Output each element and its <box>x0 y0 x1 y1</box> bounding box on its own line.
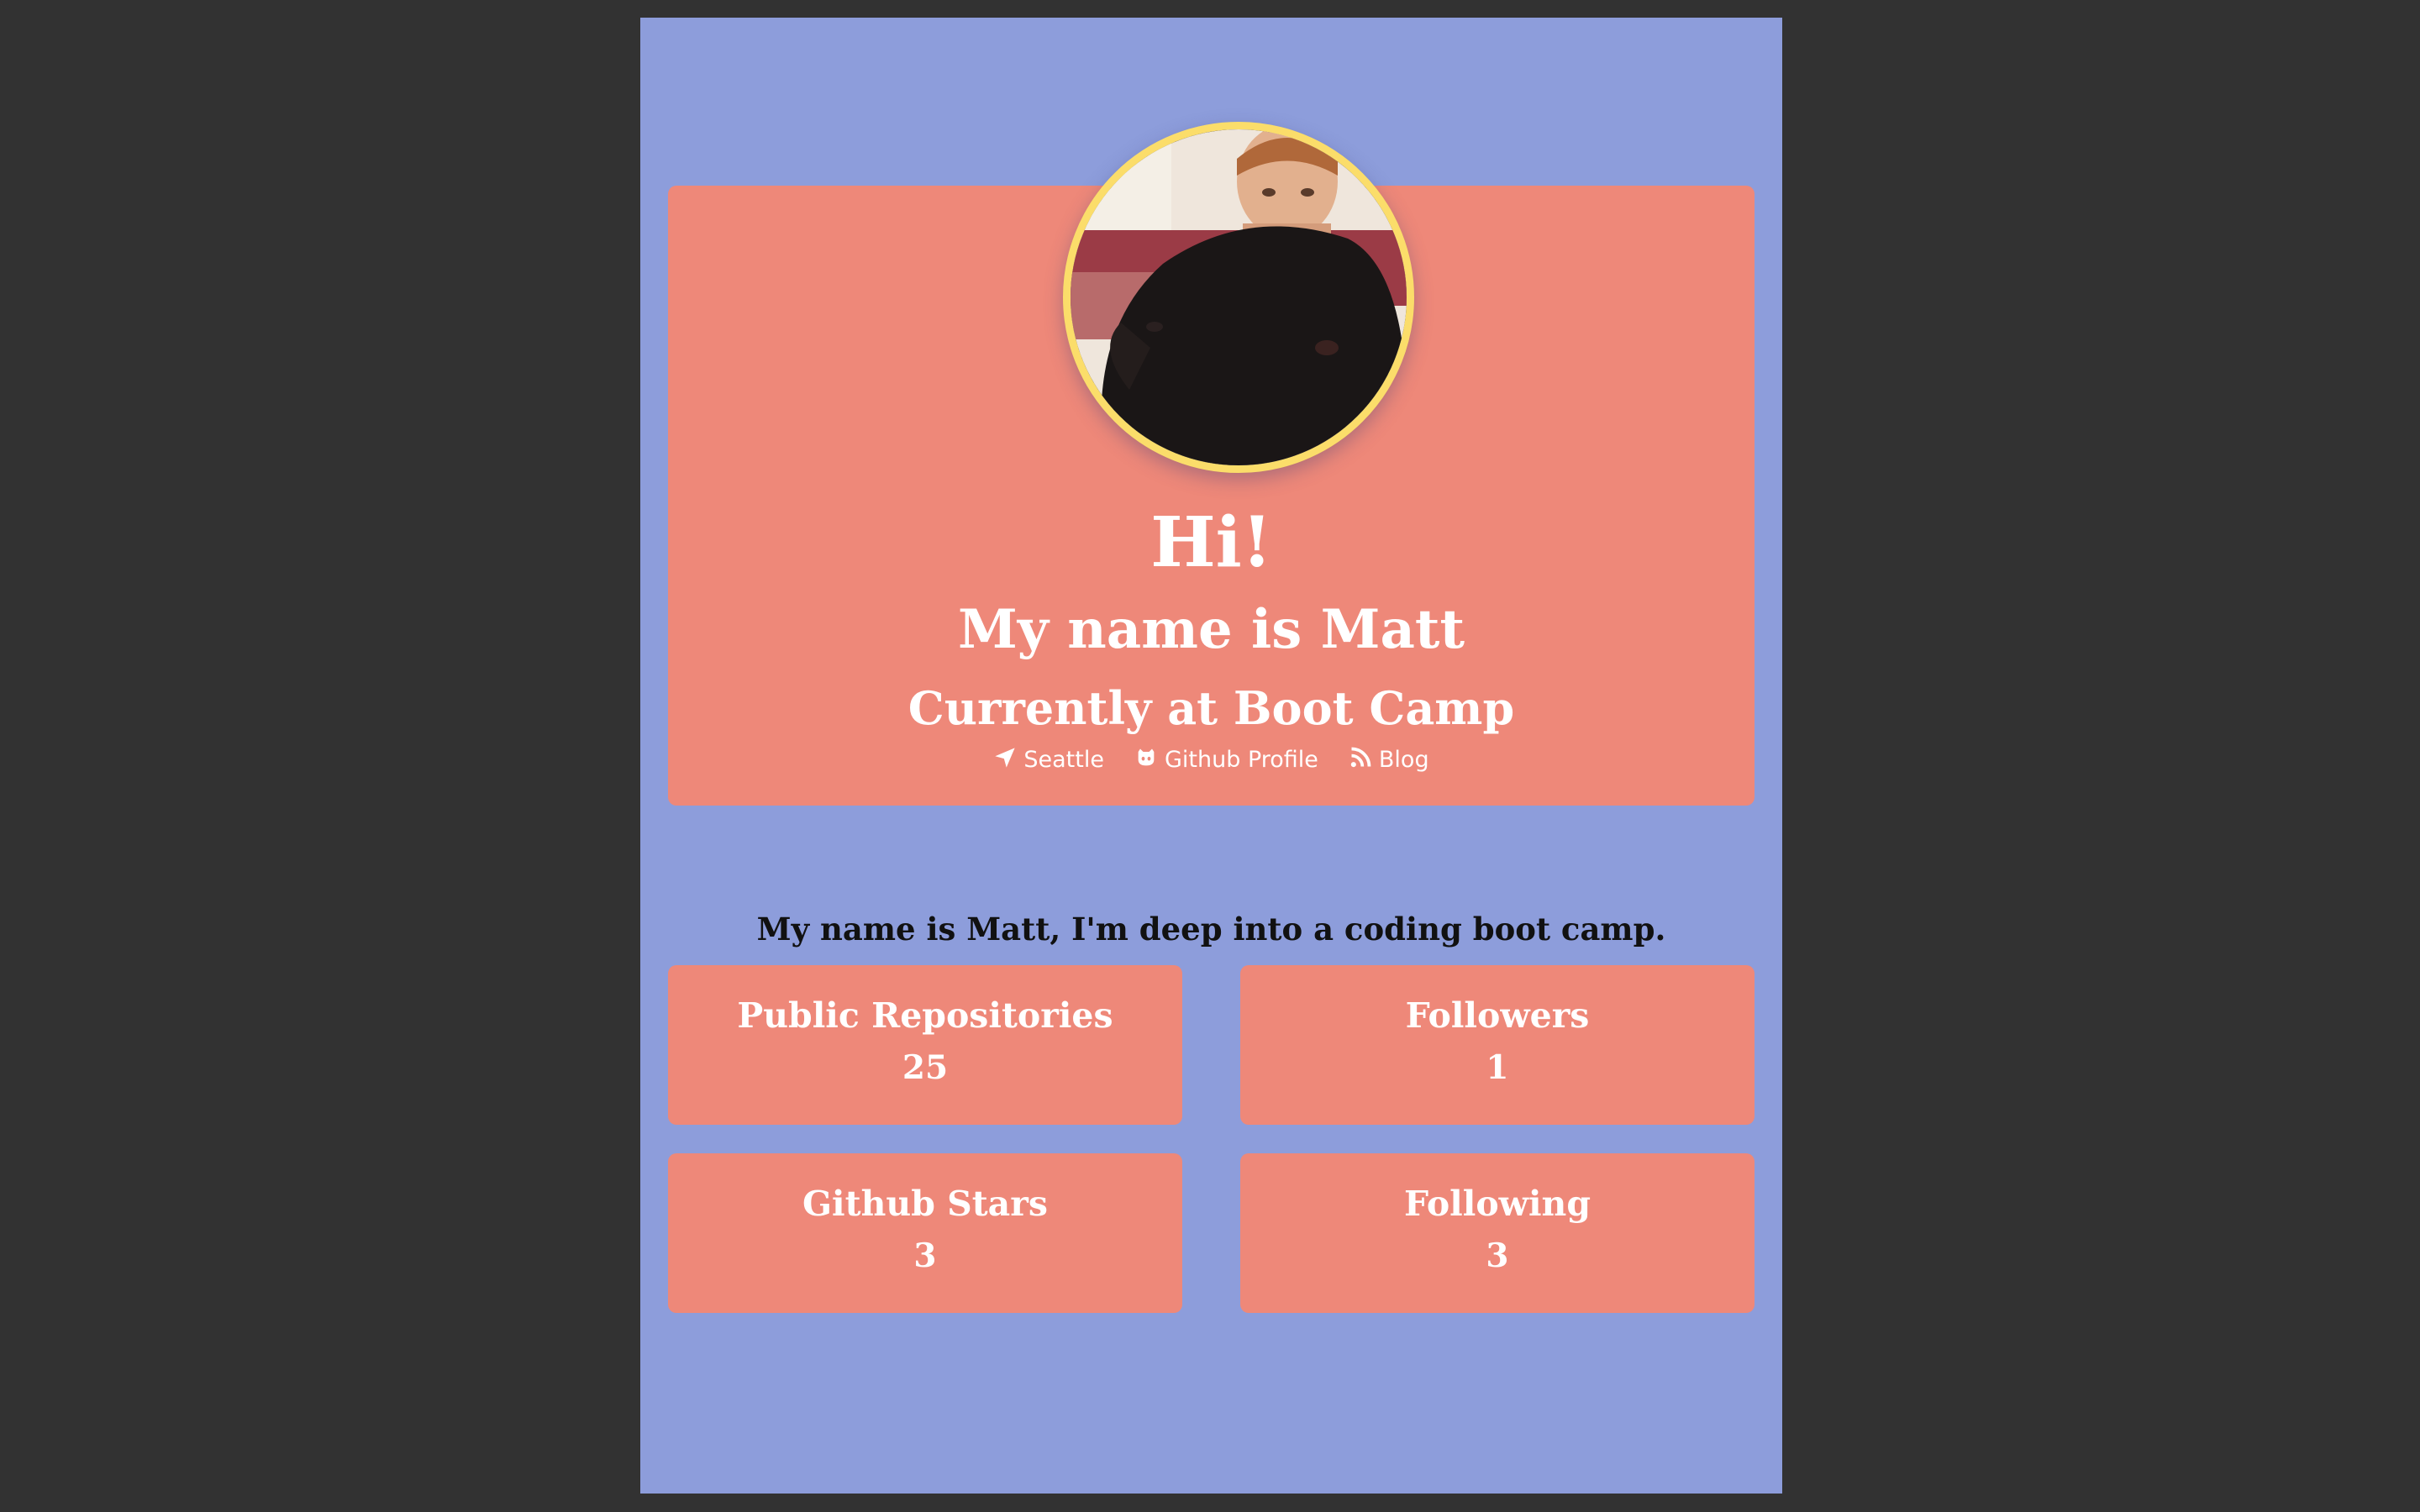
status-heading: Currently at Boot Camp <box>908 681 1515 735</box>
avatar <box>1063 122 1414 473</box>
stat-value: 3 <box>1486 1236 1509 1275</box>
profile-page: Hi! My name is Matt Currently at Boot Ca… <box>640 18 1782 1494</box>
greeting-heading: Hi! <box>1150 502 1272 583</box>
location-link[interactable]: Seattle <box>993 746 1104 774</box>
location-arrow-icon <box>993 746 1017 774</box>
blog-label: Blog <box>1378 747 1429 773</box>
rss-icon <box>1349 746 1372 774</box>
stat-card-followers: Followers 1 <box>1240 965 1754 1125</box>
stat-card-following: Following 3 <box>1240 1153 1754 1313</box>
stat-value: 25 <box>902 1048 949 1087</box>
location-label: Seattle <box>1023 747 1104 773</box>
stat-value: 3 <box>913 1236 937 1275</box>
avatar-photo <box>1071 129 1407 465</box>
blog-link[interactable]: Blog <box>1349 746 1429 774</box>
profile-links: Seattle Github Profile Blog <box>668 746 1754 774</box>
stat-label: Following <box>1403 1184 1591 1224</box>
github-profile-link[interactable]: Github Profile <box>1134 746 1318 774</box>
profile-header-card: Hi! My name is Matt Currently at Boot Ca… <box>668 122 1754 806</box>
stat-label: Github Stars <box>802 1184 1048 1224</box>
stat-card-github-stars: Github Stars 3 <box>668 1153 1182 1313</box>
stat-label: Public Repositories <box>737 995 1113 1036</box>
github-profile-label: Github Profile <box>1164 747 1318 773</box>
bio-text: My name is Matt, I'm deep into a coding … <box>756 911 1666 948</box>
stat-label: Followers <box>1405 995 1590 1036</box>
stat-card-public-repositories: Public Repositories 25 <box>668 965 1182 1125</box>
name-heading: My name is Matt <box>957 598 1465 661</box>
github-icon <box>1134 746 1158 774</box>
stat-value: 1 <box>1486 1048 1509 1087</box>
